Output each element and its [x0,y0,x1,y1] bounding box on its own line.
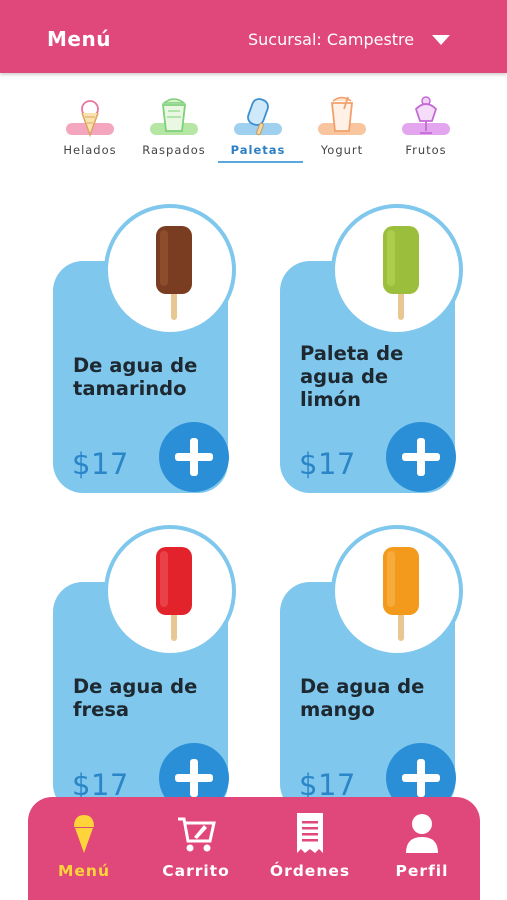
product-card[interactable]: De agua de fresa $17 [53,515,236,800]
bottom-navigation: Menú Carrito Órdenes Perfil [28,797,480,900]
nav-item-carrito[interactable]: Carrito [146,797,246,900]
tab-yogurt[interactable]: Yogurt [300,90,384,165]
product-name: De agua de tamarindo [73,354,198,400]
product-image-frame [331,204,463,336]
product-card[interactable]: Paleta de agua de limón $17 [280,194,463,494]
shopping-cart-icon [178,817,216,852]
nav-label: Órdenes [269,862,351,880]
chevron-down-icon [432,34,451,45]
tab-label: Frutos [405,143,447,157]
tab-raspados[interactable]: Raspados [132,90,216,165]
plus-icon [402,759,440,797]
tab-label: Helados [63,143,117,157]
nav-label: Carrito [162,862,230,880]
tab-helados[interactable]: Helados [48,90,132,165]
sundae-glass-icon [402,96,450,135]
product-image-frame [104,525,236,657]
yogurt-cup-icon [318,96,366,135]
nav-label: Menú [57,862,110,880]
product-image-frame [104,204,236,336]
product-name: De agua de fresa [73,675,198,721]
tab-label: Yogurt [320,143,364,157]
category-tabs: Helados Raspados Paletas Yogurt Frutos [48,90,468,165]
nav-item-ordenes[interactable]: Órdenes [260,797,360,900]
branch-label: Sucursal: Campestre [248,30,415,49]
add-to-cart-button[interactable] [159,422,229,492]
receipt-icon [297,813,323,853]
popsicle-image [156,226,192,320]
tab-paletas[interactable]: Paletas [216,90,300,165]
active-tab-indicator [218,161,303,163]
popsicle-image [156,547,192,641]
plus-icon [402,438,440,476]
ice-cream-cone-icon [66,100,114,138]
user-icon [406,814,438,853]
product-card[interactable]: De agua de tamarindo $17 [53,194,236,494]
popsicle-image [383,547,419,641]
ice-cream-icon [74,815,94,853]
app-header: Menú Sucursal: Campestre [0,0,507,73]
product-price: $17 [72,447,129,481]
product-name: Paleta de agua de limón [300,342,404,411]
product-price: $17 [299,768,356,800]
add-to-cart-button[interactable] [386,422,456,492]
plus-icon [175,759,213,797]
product-name: De agua de mango [300,675,425,721]
product-image-frame [331,525,463,657]
popsicle-icon [234,98,282,136]
nav-item-perfil[interactable]: Perfil [372,797,472,900]
tab-label: Paletas [230,143,286,157]
nav-item-menu[interactable]: Menú [34,797,134,900]
plus-icon [175,438,213,476]
product-price: $17 [299,447,356,481]
branch-selector[interactable]: Sucursal: Campestre [248,30,451,49]
page-title: Menú [47,27,111,51]
tab-frutos[interactable]: Frutos [384,90,468,165]
product-grid: De agua de tamarindo $17 Paleta de agua … [0,185,507,800]
product-card[interactable]: De agua de mango $17 [280,515,463,800]
nav-label: Perfil [395,862,449,880]
product-price: $17 [72,768,129,800]
tab-label: Raspados [142,143,206,157]
popsicle-image [383,226,419,320]
shaved-ice-cup-icon [150,98,198,135]
